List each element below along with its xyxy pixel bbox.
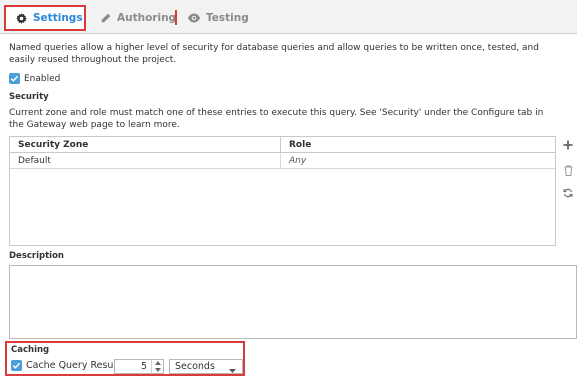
checkbox-checked-icon[interactable] (9, 73, 20, 84)
pencil-icon (100, 13, 111, 24)
cache-unit-value: Seconds (175, 361, 215, 372)
table-header: Security Zone Role (10, 137, 555, 153)
stepper-down-icon[interactable] (152, 367, 163, 374)
security-table: Security Zone Role Default Any (9, 136, 556, 246)
plus-icon[interactable] (561, 138, 575, 152)
column-header-security-zone[interactable]: Security Zone (10, 137, 281, 152)
enabled-label: Enabled (24, 73, 61, 84)
cache-amount-stepper[interactable]: 5 (114, 359, 164, 374)
tab-settings-label: Settings (33, 12, 83, 24)
trash-icon[interactable] (561, 163, 575, 177)
column-header-role[interactable]: Role (281, 137, 555, 152)
table-row[interactable]: Default Any (10, 153, 555, 169)
intro-text: Named queries allow a higher level of se… (9, 43, 539, 65)
cache-query-results-label: Cache Query Results (26, 360, 125, 371)
security-section-title: Security (9, 92, 49, 102)
description-textarea[interactable] (9, 265, 577, 339)
tab-bar: Settings Authoring Testing (0, 0, 577, 34)
checkbox-checked-icon[interactable] (11, 360, 22, 371)
enabled-checkbox[interactable]: Enabled (9, 73, 60, 84)
tab-testing[interactable]: Testing (188, 6, 249, 30)
chevron-down-icon (229, 365, 236, 376)
caching-section-title: Caching (11, 345, 50, 355)
eye-icon (188, 13, 200, 23)
cache-unit-select[interactable]: Seconds (169, 359, 243, 374)
caching-section: Caching Cache Query Results 5 Seconds (5, 341, 245, 376)
stepper-buttons (151, 360, 163, 373)
security-description: Current zone and role must match one of … (9, 108, 544, 130)
cache-query-results-checkbox[interactable]: Cache Query Results (11, 360, 125, 371)
cell-role[interactable]: Any (281, 153, 555, 168)
tab-testing-label: Testing (206, 12, 249, 24)
tab-authoring[interactable]: Authoring (100, 6, 176, 30)
gear-icon (16, 12, 27, 24)
tab-authoring-label: Authoring (117, 12, 177, 24)
description-section-title: Description (9, 251, 64, 261)
tab-settings[interactable]: Settings (4, 5, 86, 31)
tab-separator (175, 10, 177, 25)
cache-amount-value[interactable]: 5 (115, 361, 151, 372)
refresh-icon[interactable] (561, 186, 575, 200)
cell-security-zone[interactable]: Default (10, 153, 281, 168)
